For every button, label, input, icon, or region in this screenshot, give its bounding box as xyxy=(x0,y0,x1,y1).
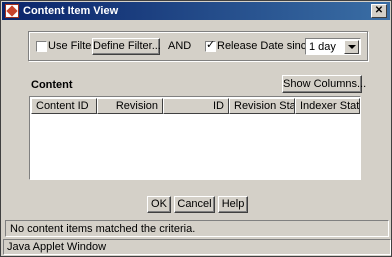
java-applet-footer: Java Applet Window xyxy=(3,239,391,255)
release-date-select[interactable]: 1 day xyxy=(305,38,361,55)
cancel-label: Cancel xyxy=(177,198,212,210)
help-label: Help xyxy=(221,198,245,210)
footer-text: Java Applet Window xyxy=(7,241,107,253)
table-header: Content ID Revision ID Revision Sta... I… xyxy=(31,98,360,114)
ok-button[interactable]: OK xyxy=(147,196,171,213)
help-button[interactable]: Help xyxy=(218,196,248,213)
show-columns-label: Show Columns... xyxy=(283,78,367,90)
window-title: Content Item View xyxy=(23,5,119,17)
show-columns-button[interactable]: Show Columns... xyxy=(282,75,366,93)
content-table[interactable]: Content ID Revision ID Revision Sta... I… xyxy=(29,96,361,180)
use-filter-checkbox[interactable] xyxy=(36,41,47,52)
define-filter-button[interactable]: Define Filter... xyxy=(92,38,161,55)
content-section-label: Content xyxy=(31,79,73,91)
status-message: No content items matched the criteria. xyxy=(10,223,196,235)
cancel-button[interactable]: Cancel xyxy=(174,196,215,213)
release-date-value: 1 day xyxy=(309,41,336,53)
column-indexer-status[interactable]: Indexer Status xyxy=(295,98,360,114)
close-icon[interactable]: ✕ xyxy=(371,4,387,18)
and-label: AND xyxy=(168,40,192,52)
use-filter-label[interactable]: Use Filter xyxy=(48,40,95,52)
column-revision-status[interactable]: Revision Sta... xyxy=(229,98,295,114)
release-date-checkbox[interactable]: ✓ xyxy=(205,39,216,52)
column-revision[interactable]: Revision xyxy=(97,98,163,114)
column-content-id[interactable]: Content ID xyxy=(31,98,97,114)
column-id[interactable]: ID xyxy=(163,98,229,114)
app-icon xyxy=(5,4,19,18)
title-bar[interactable]: Content Item View ✕ xyxy=(2,2,390,20)
chevron-down-icon[interactable] xyxy=(344,40,359,54)
status-bar: No content items matched the criteria. xyxy=(5,220,389,237)
checkmark-icon: ✓ xyxy=(206,39,216,51)
content-item-view-window: Content Item View ✕ Use Filter Define Fi… xyxy=(0,0,392,257)
define-filter-label: Define Filter... xyxy=(93,40,161,52)
release-date-label[interactable]: Release Date since: xyxy=(217,40,315,52)
ok-label: OK xyxy=(151,198,167,210)
